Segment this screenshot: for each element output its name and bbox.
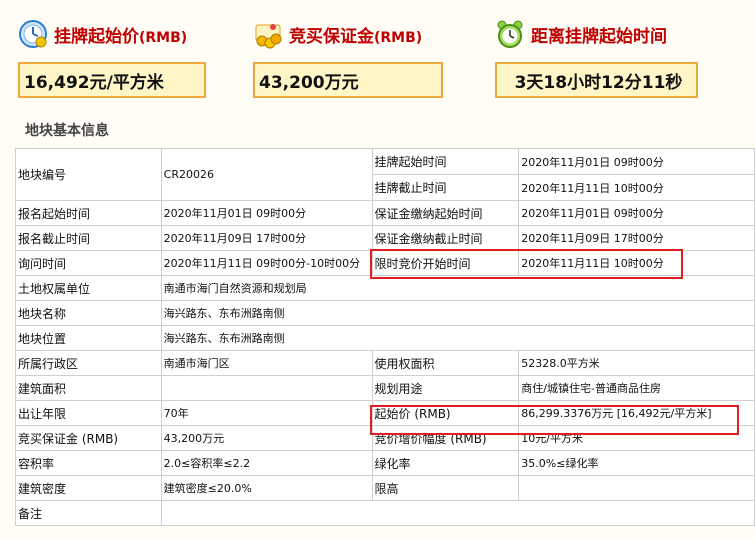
inquiry-label: 询问时间 — [15, 250, 162, 276]
increment-label: 竞价增价幅度 (RMB) — [371, 425, 520, 451]
use-area-label: 使用权面积 — [371, 350, 520, 376]
purpose-value: 商住/城镇住宅-普通商品住房 — [518, 375, 755, 401]
table-row: 建筑密度 建筑密度≤20.0% 限高 — [15, 475, 755, 501]
list-end-label: 挂牌截止时间 — [371, 174, 520, 201]
bid-start-value: 2020年11月11日 10时00分 — [518, 250, 755, 276]
deposit-end-label: 保证金缴纳截止时间 — [371, 225, 520, 251]
owner-value: 南通市海门自然资源和规划局 — [160, 275, 755, 301]
reg-start-value: 2020年11月01日 09时00分 — [160, 200, 373, 226]
height-label: 限高 — [371, 475, 520, 501]
term-value: 70年 — [160, 400, 373, 426]
stat-countdown: 距离挂牌起始时间 3天18小时12分11秒 — [495, 14, 698, 98]
remark-value — [160, 500, 755, 526]
stat-start-price-unit: (RMB) — [139, 29, 188, 46]
district-value: 南通市海门区 — [160, 350, 373, 376]
stat-start-price-label: 挂牌起始价 — [54, 26, 139, 47]
reg-start-label: 报名起始时间 — [15, 200, 162, 226]
table-row: 备注 — [15, 500, 755, 526]
purpose-label: 规划用途 — [371, 375, 520, 401]
list-start-label: 挂牌起始时间 — [371, 148, 520, 175]
table-row: 土地权属单位 南通市海门自然资源和规划局 — [15, 275, 755, 301]
deposit-end-value: 2020年11月09日 17时00分 — [518, 225, 755, 251]
density-value: 建筑密度≤20.0% — [160, 475, 373, 501]
green-value: 35.0%≤绿化率 — [518, 450, 755, 476]
inquiry-value: 2020年11月11日 09时00分-10时00分 — [160, 250, 373, 276]
deposit-value: 43,200万元 — [160, 425, 373, 451]
stat-countdown-label: 距离挂牌起始时间 — [531, 26, 667, 47]
reg-end-value: 2020年11月09日 17时00分 — [160, 225, 373, 251]
bid-start-label: 限时竞价开始时间 — [371, 250, 520, 276]
location-label: 地块位置 — [15, 325, 162, 351]
table-row: 所属行政区 南通市海门区 使用权面积 52328.0平方米 — [15, 350, 755, 376]
table-row: 地块名称 海兴路东、东布洲路南侧 — [15, 300, 755, 326]
table-row: 竞买保证金 (RMB) 43,200万元 竞价增价幅度 (RMB) 10元/平方… — [15, 425, 755, 451]
table-row: 询问时间 2020年11月11日 09时00分-10时00分 限时竞价开始时间 … — [15, 250, 755, 276]
table-row: 出让年限 70年 起始价 (RMB) 86,299.3376万元 [16,492… — [15, 400, 755, 426]
far-value: 2.0≤容积率≤2.2 — [160, 450, 373, 476]
table-row: 地块位置 海兴路东、东布洲路南侧 — [15, 325, 755, 351]
list-end-value: 2020年11月11日 10时00分 — [518, 174, 755, 201]
table-row: 地块编号 CR20026 挂牌起始时间 2020年11月01日 09时00分 — [15, 148, 755, 201]
build-area-label: 建筑面积 — [15, 375, 162, 401]
green-label: 绿化率 — [371, 450, 520, 476]
increment-value: 10元/平方米 — [518, 425, 755, 451]
alarm-clock-icon — [495, 19, 525, 49]
use-area-value: 52328.0平方米 — [518, 350, 755, 376]
stat-deposit-value: 43,200万元 — [253, 62, 443, 98]
build-area-value — [160, 375, 373, 401]
parcel-no-label: 地块编号 — [15, 148, 162, 201]
table-row: 报名截止时间 2020年11月09日 17时00分 保证金缴纳截止时间 2020… — [15, 225, 755, 251]
far-label: 容积率 — [15, 450, 162, 476]
deposit-start-value: 2020年11月01日 09时00分 — [518, 200, 755, 226]
coins-icon — [253, 19, 283, 49]
table-row: 容积率 2.0≤容积率≤2.2 绿化率 35.0%≤绿化率 — [15, 450, 755, 476]
parcel-no-value: CR20026 — [160, 148, 373, 201]
height-value — [518, 475, 755, 501]
name-value: 海兴路东、东布洲路南侧 — [160, 300, 755, 326]
term-label: 出让年限 — [15, 400, 162, 426]
table-row: 建筑面积 规划用途 商住/城镇住宅-普通商品住房 — [15, 375, 755, 401]
remark-label: 备注 — [15, 500, 162, 526]
parcel-info-table: 地块编号 CR20026 挂牌起始时间 2020年11月01日 09时00分 挂… — [15, 148, 755, 526]
stat-deposit-unit: (RMB) — [374, 29, 423, 46]
deposit-label: 竞买保证金 (RMB) — [15, 425, 162, 451]
stat-start-price-value: 16,492元/平方米 — [18, 62, 206, 98]
start-price-label: 起始价 (RMB) — [371, 400, 520, 426]
stat-deposit: 竞买保证金(RMB) 43,200万元 — [253, 14, 443, 98]
list-start-value: 2020年11月01日 09时00分 — [518, 148, 755, 175]
reg-end-label: 报名截止时间 — [15, 225, 162, 251]
density-label: 建筑密度 — [15, 475, 162, 501]
start-price-value: 86,299.3376万元 [16,492元/平方米] — [518, 400, 755, 426]
table-row: 报名起始时间 2020年11月01日 09时00分 保证金缴纳起始时间 2020… — [15, 200, 755, 226]
section-title: 地块基本信息 — [25, 123, 109, 139]
deposit-start-label: 保证金缴纳起始时间 — [371, 200, 520, 226]
stat-deposit-label: 竞买保证金 — [289, 26, 374, 47]
owner-label: 土地权属单位 — [15, 275, 162, 301]
name-label: 地块名称 — [15, 300, 162, 326]
money-clock-icon — [18, 19, 48, 49]
stat-start-price: 挂牌起始价(RMB) 16,492元/平方米 — [18, 14, 206, 98]
location-value: 海兴路东、东布洲路南侧 — [160, 325, 755, 351]
stat-countdown-value: 3天18小时12分11秒 — [495, 62, 698, 98]
district-label: 所属行政区 — [15, 350, 162, 376]
